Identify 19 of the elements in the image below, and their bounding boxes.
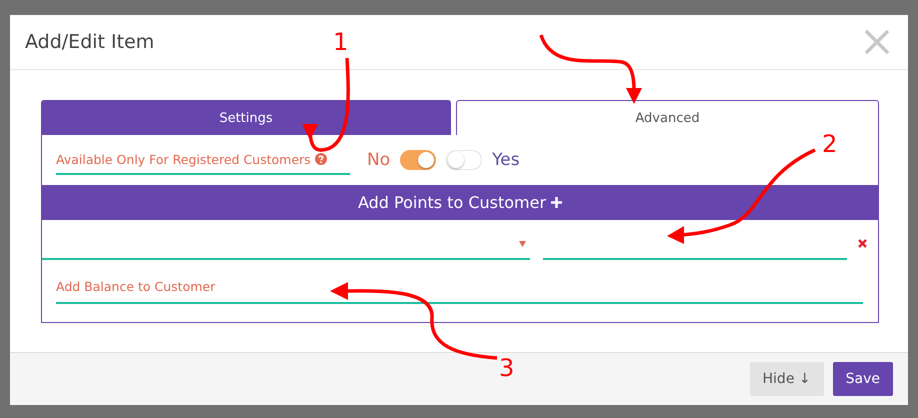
bar-title: Add Points to Customer xyxy=(358,193,546,212)
plus-icon xyxy=(551,197,562,208)
balance-field[interactable]: Add Balance to Customer xyxy=(56,270,863,304)
annotation-number: 3 xyxy=(499,354,514,382)
field-label: Available Only For Registered Customers xyxy=(56,152,311,166)
dialog-title: Add/Edit Item xyxy=(25,31,154,53)
caret-icon xyxy=(519,241,526,247)
save-button[interactable]: Save xyxy=(832,362,893,396)
close-icon[interactable] xyxy=(864,29,890,55)
annotation-number: 1 xyxy=(333,28,348,56)
help-icon xyxy=(314,153,327,165)
hide-button[interactable]: Hide ↓ xyxy=(750,362,824,396)
add-points-bar[interactable]: Add Points to Customer xyxy=(42,185,878,220)
remove-icon[interactable] xyxy=(858,239,867,248)
toggle-switch[interactable] xyxy=(400,150,436,170)
tab[interactable]: Advanced xyxy=(456,100,879,135)
tab[interactable]: Settings xyxy=(41,100,451,135)
switch-label: Yes xyxy=(492,150,520,170)
switch-label: No xyxy=(367,150,390,170)
